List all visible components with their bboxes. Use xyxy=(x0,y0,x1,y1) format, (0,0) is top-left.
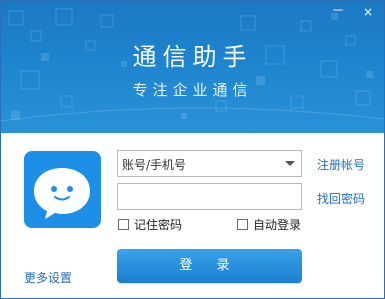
account-select[interactable]: 账号/手机号 xyxy=(117,150,302,177)
remember-password-checkbox[interactable]: 记住密码 xyxy=(118,216,182,233)
remember-password-label: 记住密码 xyxy=(134,218,183,232)
forgot-password-link[interactable]: 找回密码 xyxy=(317,190,365,207)
register-account-link[interactable]: 注册帐号 xyxy=(317,156,365,173)
chevron-down-icon[interactable] xyxy=(285,161,295,166)
auto-login-label: 自动登录 xyxy=(253,218,302,232)
minimize-button[interactable]: － xyxy=(324,1,352,23)
login-window: － × 通信助手 专注企业通信 账号/手机号 注册帐号 找回密码 记住密码 自动… xyxy=(0,0,385,299)
banner: － × 通信助手 专注企业通信 xyxy=(1,1,384,133)
more-settings-link[interactable]: 更多设置 xyxy=(24,269,72,286)
checkbox-box[interactable] xyxy=(118,219,129,230)
app-subtitle: 专注企业通信 xyxy=(132,81,253,99)
avatar xyxy=(24,151,101,228)
chat-bubble-face-icon xyxy=(34,168,90,219)
account-select-value: 账号/手机号 xyxy=(122,158,187,172)
auto-login-checkbox[interactable]: 自动登录 xyxy=(237,216,301,233)
checkbox-box[interactable] xyxy=(237,219,248,230)
app-title: 通信助手 xyxy=(132,43,253,71)
login-button[interactable]: 登 录 xyxy=(117,249,302,283)
close-button[interactable]: × xyxy=(354,1,382,23)
password-field[interactable] xyxy=(117,183,302,210)
